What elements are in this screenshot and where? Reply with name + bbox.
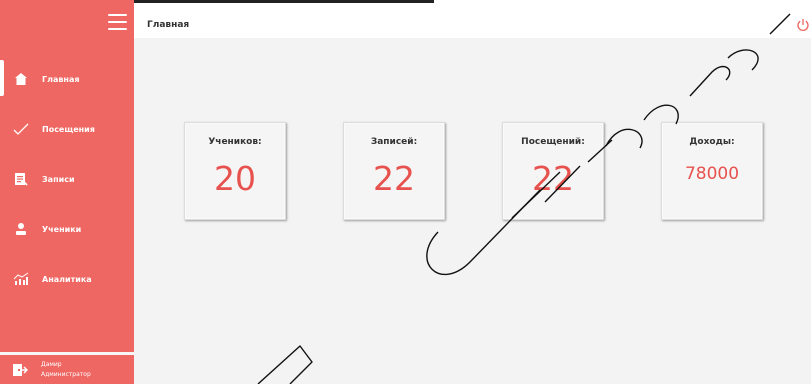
sidebar-item-label: Ученики (42, 224, 82, 234)
user-role: Администратор (41, 370, 91, 378)
document-icon (12, 170, 30, 188)
sidebar-item-students[interactable]: Ученики (0, 204, 134, 254)
stat-card-title: Посещений: (521, 137, 585, 147)
hamburger-menu-icon[interactable] (108, 14, 127, 30)
sidebar-item-label: Записи (42, 174, 75, 184)
stat-card-title: Учеников: (208, 137, 262, 147)
stat-card-value: 22 (532, 159, 574, 198)
top-bar: Главная (134, 0, 811, 38)
stat-card-title: Записей: (370, 137, 418, 147)
user-icon (12, 220, 30, 238)
stat-card-students: Учеников: 20 (184, 122, 286, 220)
page-title: Главная (147, 20, 190, 30)
user-name: Дамир (41, 360, 62, 368)
power-icon[interactable] (796, 17, 810, 31)
stat-card-records: Записей: 22 (343, 122, 445, 220)
sidebar-item-home[interactable]: Главная (0, 54, 134, 104)
stat-card-income: Доходы: 78000 (661, 122, 763, 220)
user-info: Дамир Администратор (41, 360, 91, 380)
logout-icon[interactable] (12, 362, 29, 378)
stat-card-value: 20 (214, 159, 256, 198)
stat-card-value: 78000 (684, 164, 740, 184)
sidebar-item-records[interactable]: Записи (0, 154, 134, 204)
analytics-icon (12, 270, 30, 288)
sidebar-item-visits[interactable]: Посещения (0, 104, 134, 154)
sidebar-item-label: Аналитика (42, 274, 92, 284)
checkmark-icon (12, 120, 30, 138)
sidebar-nav: Главная Посещения Записи Ученики Аналити… (0, 54, 134, 304)
home-icon (12, 70, 30, 88)
user-block[interactable]: Дамир Администратор (0, 355, 134, 384)
stat-card-value: 22 (373, 159, 415, 198)
sidebar-item-analytics[interactable]: Аналитика (0, 254, 134, 304)
sidebar-item-label: Посещения (42, 124, 95, 134)
stat-card-title: Доходы: (689, 137, 735, 147)
sidebar-item-label: Главная (42, 74, 80, 84)
sidebar: Главная Посещения Записи Ученики Аналити… (0, 0, 134, 384)
stat-card-visits: Посещений: 22 (502, 122, 604, 220)
